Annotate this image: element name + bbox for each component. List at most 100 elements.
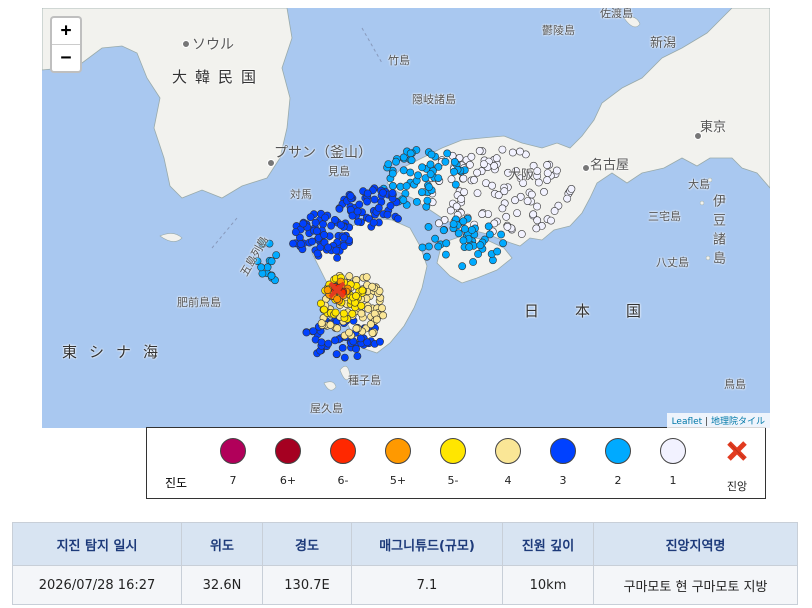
intensity-marker[interactable]	[374, 203, 383, 212]
intensity-marker[interactable]	[426, 170, 435, 178]
intensity-marker[interactable]	[383, 210, 392, 219]
intensity-marker[interactable]	[368, 282, 377, 291]
intensity-marker[interactable]	[517, 230, 526, 238]
intensity-marker[interactable]	[465, 243, 474, 251]
intensity-marker[interactable]	[339, 242, 348, 250]
intensity-marker[interactable]	[460, 225, 469, 233]
intensity-marker[interactable]	[543, 169, 552, 177]
intensity-marker[interactable]	[406, 168, 415, 177]
intensity-marker[interactable]	[327, 221, 335, 230]
intensity-marker[interactable]	[363, 189, 372, 198]
intensity-marker[interactable]	[394, 214, 402, 223]
intensity-marker[interactable]	[414, 171, 422, 180]
intensity-marker[interactable]	[473, 189, 482, 197]
intensity-marker[interactable]	[412, 197, 421, 206]
intensity-marker[interactable]	[490, 161, 499, 170]
intensity-marker[interactable]	[353, 352, 362, 360]
intensity-marker[interactable]	[399, 196, 408, 204]
intensity-marker[interactable]	[267, 257, 276, 266]
intensity-marker[interactable]	[319, 220, 327, 229]
intensity-marker[interactable]	[335, 204, 344, 213]
tiles-link[interactable]: 地理院タイル	[711, 417, 765, 427]
intensity-marker[interactable]	[484, 222, 493, 231]
intensity-marker[interactable]	[418, 163, 426, 172]
intensity-marker[interactable]	[498, 145, 507, 154]
intensity-marker[interactable]	[332, 350, 341, 358]
leaflet-link[interactable]: Leaflet	[672, 417, 703, 427]
intensity-marker[interactable]	[352, 324, 361, 333]
intensity-marker[interactable]	[331, 308, 340, 317]
intensity-marker[interactable]	[388, 189, 397, 197]
intensity-marker[interactable]	[513, 209, 521, 217]
intensity-marker[interactable]	[422, 252, 431, 261]
intensity-marker[interactable]	[345, 328, 353, 337]
intensity-marker[interactable]	[473, 168, 481, 177]
intensity-marker[interactable]	[497, 230, 505, 239]
intensity-marker[interactable]	[441, 157, 450, 166]
intensity-marker[interactable]	[378, 304, 386, 312]
intensity-marker[interactable]	[567, 184, 576, 193]
intensity-marker[interactable]	[434, 242, 443, 251]
intensity-marker[interactable]	[333, 324, 342, 333]
intensity-marker[interactable]	[345, 272, 354, 281]
intensity-marker[interactable]	[406, 149, 415, 158]
intensity-marker[interactable]	[257, 263, 265, 272]
intensity-marker[interactable]	[478, 210, 486, 218]
intensity-marker[interactable]	[323, 286, 332, 294]
intensity-marker[interactable]	[363, 197, 371, 206]
intensity-marker[interactable]	[449, 220, 458, 228]
intensity-marker[interactable]	[426, 160, 435, 169]
intensity-marker[interactable]	[384, 160, 393, 168]
intensity-marker[interactable]	[543, 176, 551, 184]
intensity-marker[interactable]	[418, 243, 427, 252]
intensity-marker[interactable]	[563, 194, 572, 203]
intensity-marker[interactable]	[376, 337, 384, 346]
intensity-marker[interactable]	[457, 195, 466, 203]
intensity-marker[interactable]	[516, 147, 524, 156]
intensity-marker[interactable]	[532, 224, 541, 233]
intensity-marker[interactable]	[441, 250, 450, 259]
intensity-marker[interactable]	[388, 181, 397, 190]
intensity-marker[interactable]	[434, 219, 443, 228]
intensity-marker[interactable]	[289, 239, 297, 248]
intensity-marker[interactable]	[474, 250, 482, 258]
intensity-marker[interactable]	[392, 157, 400, 166]
intensity-marker[interactable]	[291, 228, 300, 236]
intensity-marker[interactable]	[321, 213, 329, 222]
intensity-marker[interactable]	[533, 167, 542, 175]
intensity-marker[interactable]	[331, 336, 339, 345]
intensity-marker[interactable]	[353, 207, 362, 216]
intensity-marker[interactable]	[439, 226, 448, 235]
intensity-marker[interactable]	[399, 166, 408, 175]
intensity-marker[interactable]	[302, 328, 311, 337]
intensity-marker[interactable]	[346, 191, 355, 200]
intensity-marker[interactable]	[362, 273, 371, 281]
intensity-marker[interactable]	[332, 246, 341, 255]
intensity-marker[interactable]	[493, 247, 502, 256]
intensity-marker[interactable]	[534, 178, 543, 187]
intensity-marker[interactable]	[317, 338, 326, 347]
intensity-marker[interactable]	[476, 241, 485, 250]
intensity-marker[interactable]	[356, 334, 365, 343]
intensity-marker[interactable]	[547, 216, 555, 225]
intensity-marker[interactable]	[370, 195, 379, 204]
intensity-marker[interactable]	[498, 204, 507, 213]
intensity-marker[interactable]	[339, 309, 348, 318]
intensity-marker[interactable]	[313, 249, 322, 258]
intensity-marker[interactable]	[366, 320, 375, 329]
intensity-marker[interactable]	[460, 188, 468, 196]
intensity-marker[interactable]	[459, 217, 468, 226]
intensity-marker[interactable]	[388, 169, 397, 178]
intensity-marker[interactable]	[352, 291, 360, 300]
intensity-marker[interactable]	[540, 187, 548, 196]
intensity-marker[interactable]	[357, 309, 366, 318]
intensity-marker[interactable]	[431, 234, 439, 243]
intensity-marker[interactable]	[352, 344, 360, 353]
intensity-marker[interactable]	[469, 258, 477, 266]
intensity-marker[interactable]	[503, 222, 512, 231]
intensity-marker[interactable]	[358, 286, 367, 295]
intensity-marker[interactable]	[317, 319, 326, 328]
intensity-marker[interactable]	[533, 202, 541, 211]
intensity-marker[interactable]	[326, 320, 335, 329]
intensity-marker[interactable]	[379, 188, 387, 197]
